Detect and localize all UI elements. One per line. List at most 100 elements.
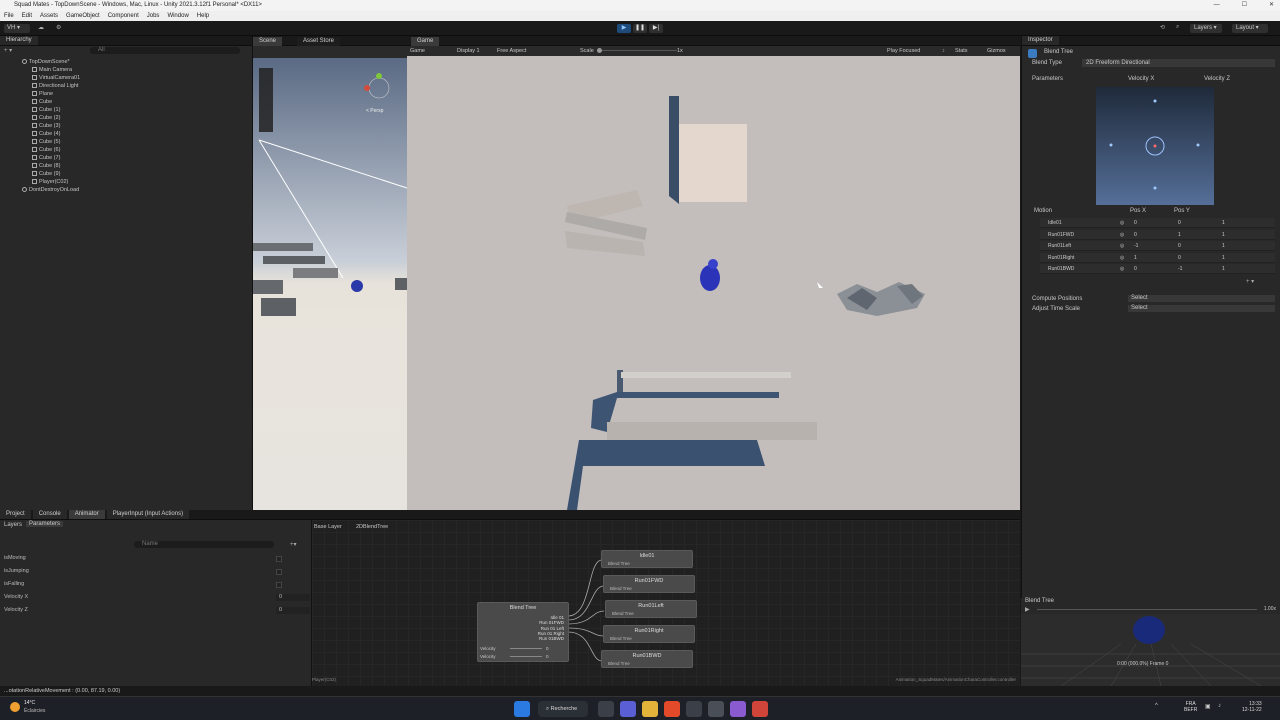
- mute-icon[interactable]: ♪: [942, 46, 945, 56]
- tab-playerinput[interactable]: PlayerInput (Input Actions): [106, 510, 190, 519]
- blend-tree-child-node[interactable]: Run01Left Blend Tree: [605, 600, 697, 618]
- menu-assets[interactable]: Assets: [40, 11, 58, 21]
- network-icon[interactable]: ▣: [1205, 703, 1211, 710]
- hierarchy-item[interactable]: Cube (8): [0, 162, 253, 170]
- scale-slider-handle[interactable]: [597, 48, 602, 53]
- motion-picker-icon[interactable]: ◎: [1120, 241, 1124, 251]
- hierarchy-item[interactable]: VirtualCamera01: [0, 74, 253, 82]
- motion-pos-x[interactable]: -1: [1134, 241, 1138, 251]
- motion-pos-y[interactable]: 0: [1178, 241, 1181, 251]
- hierarchy-item[interactable]: Cube (2): [0, 114, 253, 122]
- blend-graph[interactable]: [1096, 87, 1214, 205]
- weather-desc[interactable]: Éclaircies: [24, 708, 45, 714]
- parameter-row[interactable]: Velocity X 0: [4, 593, 310, 602]
- adjust-time-dropdown[interactable]: Select: [1128, 305, 1275, 312]
- add-motion-icon[interactable]: + ▾: [1246, 278, 1254, 285]
- input-velocity-x-value[interactable]: 0: [546, 646, 549, 651]
- menu-edit[interactable]: Edit: [22, 11, 32, 21]
- hierarchy-item[interactable]: Cube (5): [0, 138, 253, 146]
- parameter-row[interactable]: isFalling: [4, 580, 304, 589]
- menu-file[interactable]: File: [4, 11, 14, 21]
- clock[interactable]: 13:33 12-11-22: [1242, 701, 1262, 713]
- preview-play-button[interactable]: ▶: [1025, 606, 1030, 613]
- tab-game[interactable]: Game: [411, 37, 440, 46]
- parameter-checkbox[interactable]: [276, 582, 282, 588]
- hierarchy-item[interactable]: DontDestroyOnLoad: [0, 186, 253, 194]
- display-dropdown[interactable]: Display 1: [457, 46, 480, 56]
- parameter-row[interactable]: isMoving: [4, 554, 304, 563]
- motion-row[interactable]: Run01FWD 0 1 1 ◎: [1040, 229, 1275, 240]
- hierarchy-item[interactable]: Main Camera: [0, 66, 253, 74]
- blend-type-dropdown[interactable]: 2D Freeform Directional: [1082, 59, 1275, 67]
- motion-pos-y[interactable]: -1: [1178, 264, 1182, 274]
- tab-asset-store[interactable]: Asset Store: [297, 37, 341, 46]
- unity-icon[interactable]: [708, 701, 724, 717]
- hierarchy-item[interactable]: Plane: [0, 90, 253, 98]
- parameter-value[interactable]: 0: [276, 607, 310, 614]
- parameter-checkbox[interactable]: [276, 556, 282, 562]
- scene-view[interactable]: Scene Asset Store < Persp: [253, 36, 407, 510]
- blend-tree-child-node[interactable]: Idle01 Blend Tree: [601, 550, 693, 568]
- menu-component[interactable]: Component: [108, 11, 139, 21]
- aspect-dropdown[interactable]: Free Aspect: [497, 46, 526, 56]
- language-indicator[interactable]: FRA BEFR: [1184, 701, 1197, 713]
- motion-picker-icon[interactable]: ◎: [1120, 264, 1124, 274]
- layout-dropdown[interactable]: Layout ▾: [1232, 24, 1268, 33]
- hierarchy-item[interactable]: Cube (9): [0, 170, 253, 178]
- collab-icon[interactable]: ⚙: [56, 24, 61, 31]
- preview-timeline[interactable]: [1037, 609, 1257, 610]
- display-mode-dropdown[interactable]: Game: [410, 46, 425, 56]
- parameter-row[interactable]: Velocity Z 0: [4, 606, 310, 615]
- motion-row[interactable]: Run01Right 1 0 1 ◎: [1040, 252, 1275, 263]
- motion-pos-y[interactable]: 1: [1178, 230, 1181, 240]
- chevron-up-icon[interactable]: ^: [1155, 703, 1158, 709]
- status-message[interactable]: ...otationRelativeMovement : (0.00, 87.1…: [4, 686, 120, 696]
- motion-pos-y[interactable]: 0: [1178, 218, 1181, 228]
- motion-picker-icon[interactable]: ◎: [1120, 253, 1124, 263]
- hierarchy-item[interactable]: Cube (4): [0, 130, 253, 138]
- account-button[interactable]: VH ▾: [4, 24, 30, 33]
- taskbar-search-button[interactable]: ⌕ Recherche: [538, 701, 588, 717]
- tab-scene[interactable]: Scene: [253, 37, 283, 46]
- menu-gameobject[interactable]: GameObject: [66, 11, 100, 21]
- unity-hub-icon[interactable]: [686, 701, 702, 717]
- menu-jobs[interactable]: Jobs: [147, 11, 160, 21]
- motion-speed[interactable]: 1: [1222, 264, 1225, 274]
- hierarchy-search-input[interactable]: All: [90, 47, 240, 54]
- tab-hierarchy[interactable]: Hierarchy: [0, 36, 38, 45]
- record-icon[interactable]: [752, 701, 768, 717]
- minimize-button[interactable]: —: [1214, 0, 1220, 11]
- menu-help[interactable]: Help: [197, 11, 209, 21]
- hierarchy-item[interactable]: TopDownScene*: [0, 58, 253, 66]
- motion-pos-x[interactable]: 1: [1134, 253, 1137, 263]
- tab-console[interactable]: Console: [32, 510, 67, 519]
- tab-project[interactable]: Project: [0, 510, 31, 519]
- step-button[interactable]: ▶|: [649, 24, 663, 33]
- blend-tree-child-node[interactable]: Run01BWD Blend Tree: [601, 650, 693, 668]
- tab-inspector[interactable]: Inspector: [1022, 36, 1059, 45]
- play-button[interactable]: ▶: [617, 24, 631, 33]
- volume-icon[interactable]: ♪: [1218, 703, 1221, 709]
- motion-pos-x[interactable]: 0: [1134, 230, 1137, 240]
- motion-row[interactable]: Run01BWD 0 -1 1 ◎: [1040, 264, 1275, 274]
- hierarchy-item[interactable]: Directional Light: [0, 82, 253, 90]
- weather-icon[interactable]: [10, 702, 20, 712]
- hierarchy-item[interactable]: Cube (1): [0, 106, 253, 114]
- game-view[interactable]: Game Game Display 1 Free Aspect Scale 1x…: [407, 36, 1020, 510]
- preview-speed[interactable]: 1.00x: [1264, 606, 1276, 612]
- layers-dropdown[interactable]: Layers ▾: [1190, 24, 1222, 33]
- preview-viewport[interactable]: [1021, 614, 1280, 686]
- start-icon[interactable]: [514, 701, 530, 717]
- visual-studio-icon[interactable]: [730, 701, 746, 717]
- animator-graph[interactable]: Base Layer 2DBlendTree Blend Tree Idle 0…: [312, 520, 1020, 686]
- tab-animator[interactable]: Animator: [68, 510, 105, 519]
- motion-speed[interactable]: 1: [1222, 230, 1225, 240]
- history-icon[interactable]: ⟲: [1160, 24, 1165, 31]
- motion-speed[interactable]: 1: [1222, 218, 1225, 228]
- persp-label[interactable]: < Persp: [366, 108, 383, 114]
- motion-pos-x[interactable]: 0: [1134, 218, 1137, 228]
- motion-row[interactable]: Idle01 0 0 1 ◎: [1040, 218, 1275, 228]
- hierarchy-item[interactable]: Cube (7): [0, 154, 253, 162]
- gizmos-dropdown[interactable]: Gizmos: [987, 46, 1006, 56]
- pause-button[interactable]: ❚❚: [633, 24, 647, 33]
